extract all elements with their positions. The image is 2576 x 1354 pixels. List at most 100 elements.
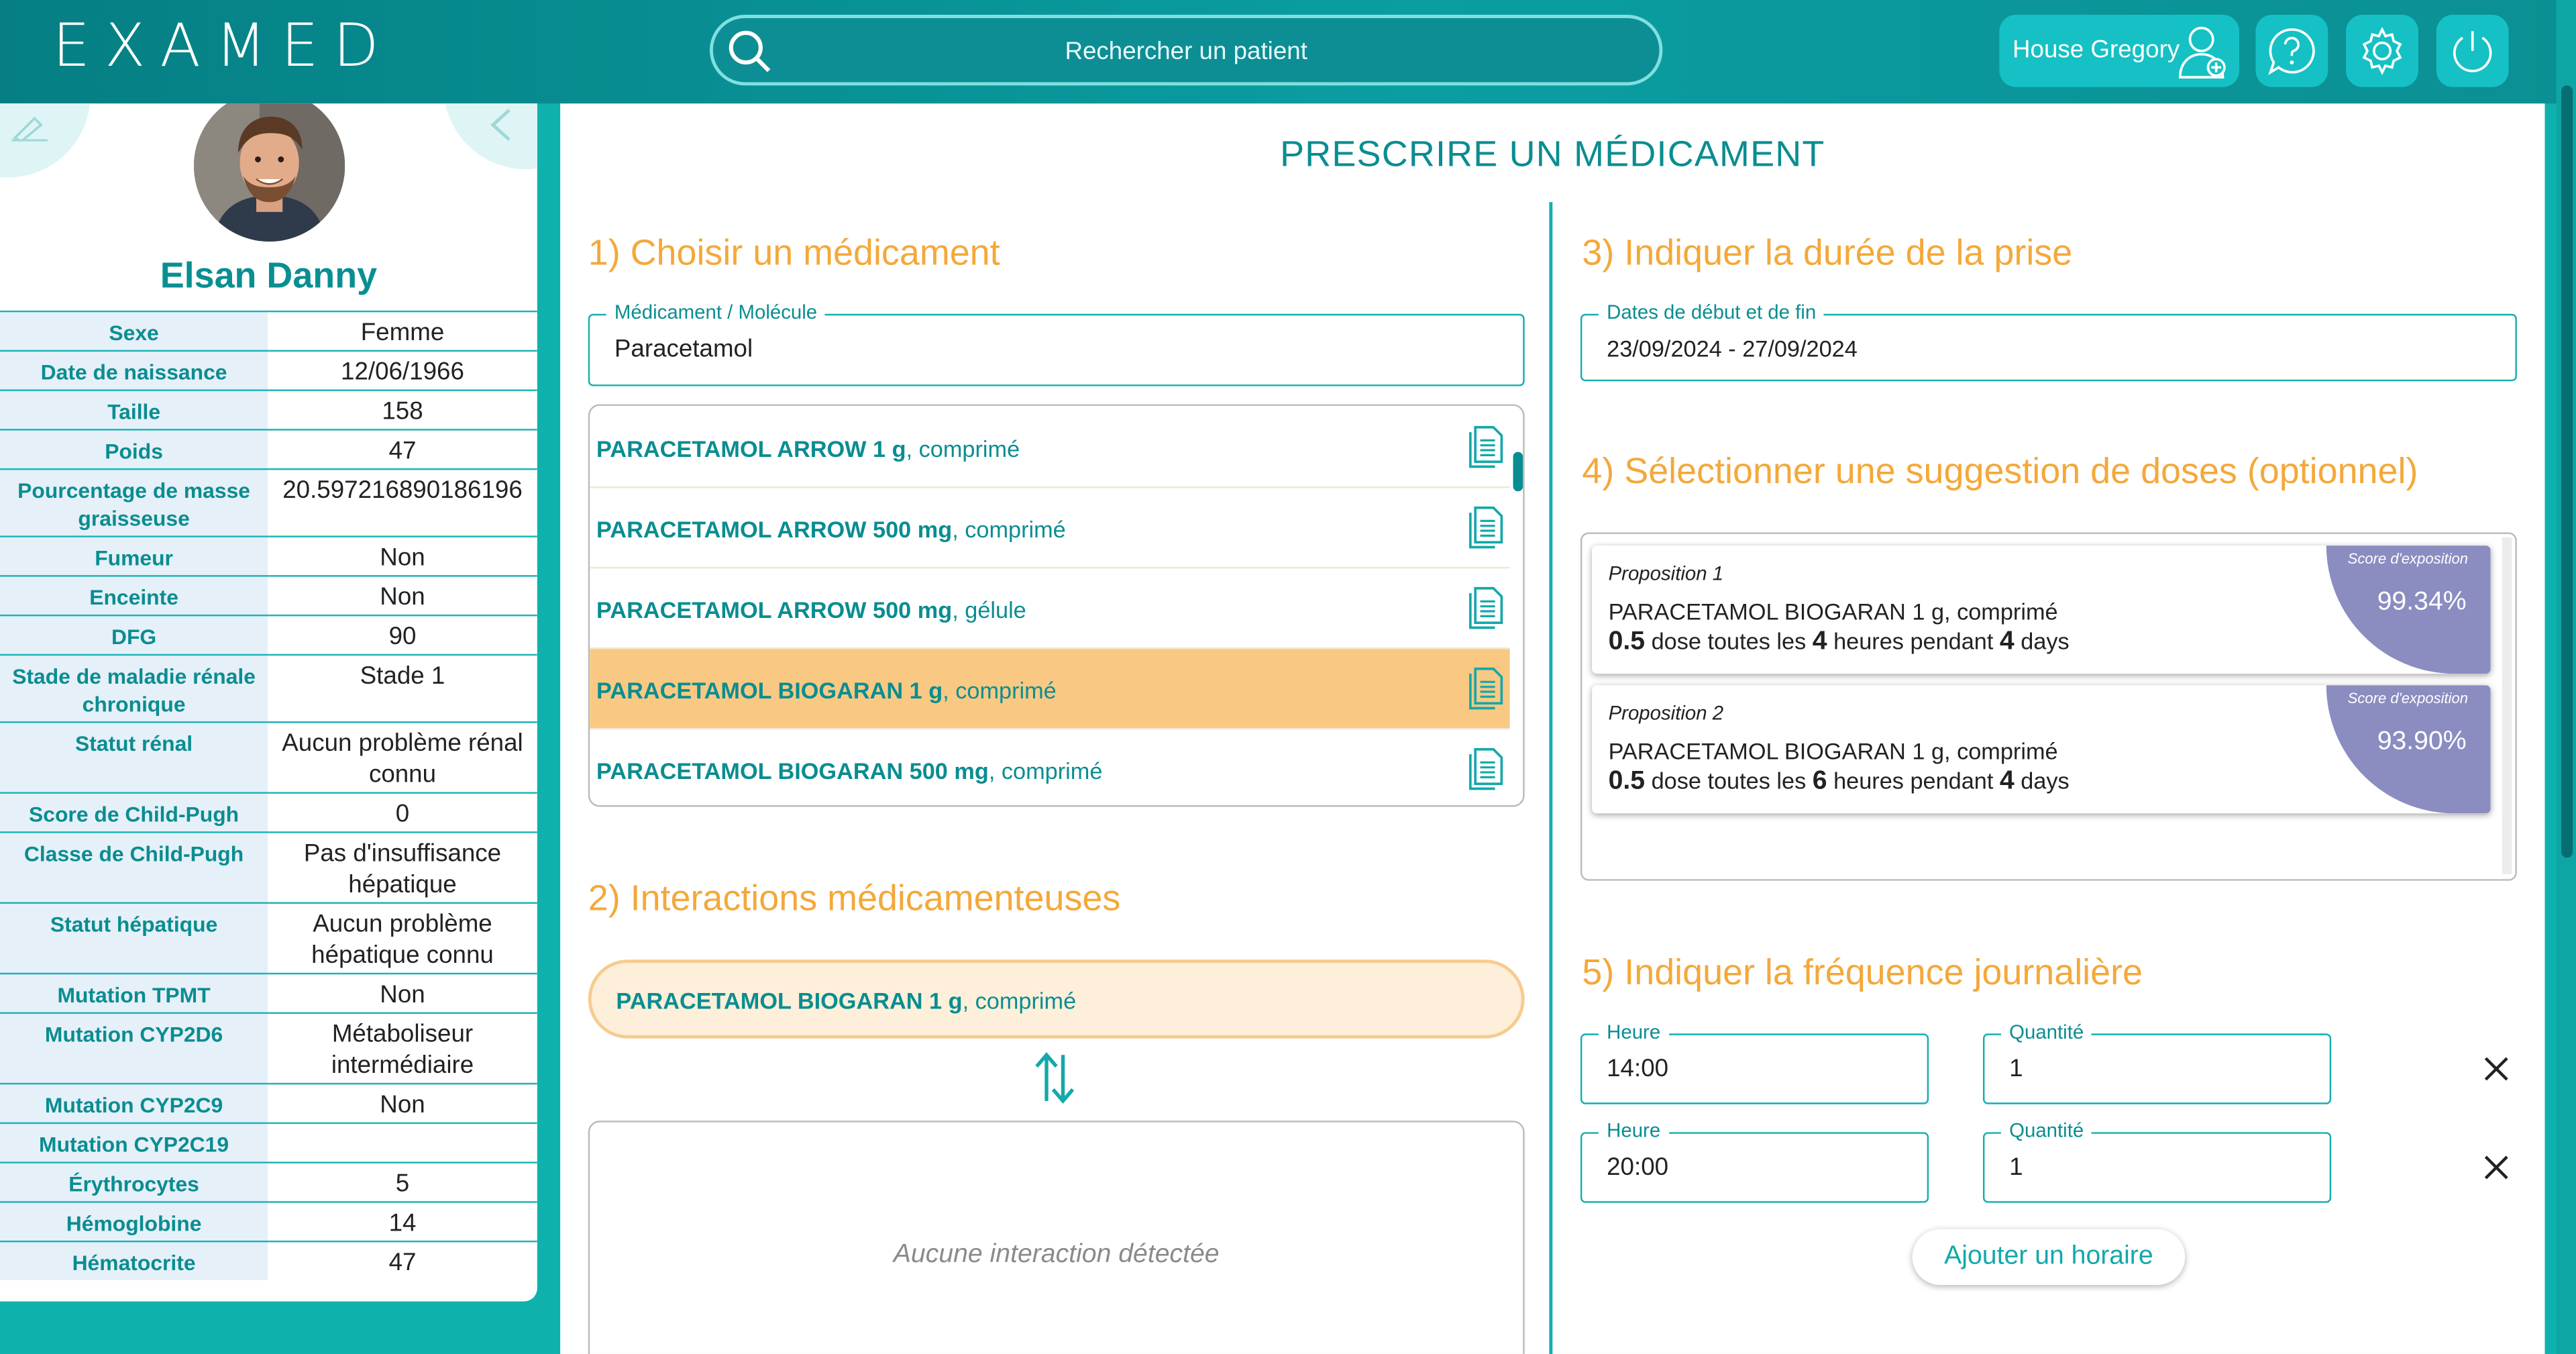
doctor-icon bbox=[2178, 26, 2226, 79]
chevron-left-icon bbox=[490, 109, 511, 141]
date-range-label: Dates de début et de fin bbox=[1598, 301, 1825, 324]
attribute-value: Pas d'insuffisance hépatique bbox=[268, 831, 537, 903]
proposal-text-3: days bbox=[2014, 767, 2070, 794]
proposal-drug: PARACETAMOL BIOGARAN 1 g, comprimé bbox=[1608, 598, 2058, 625]
step4-title: 4) Sélectionner une suggestion de doses … bbox=[1582, 450, 2418, 492]
proposal-interval: 4 bbox=[1812, 627, 1827, 656]
attribute-value: Non bbox=[268, 575, 537, 616]
attribute-value bbox=[268, 1122, 537, 1163]
medication-name: PARACETAMOL BIOGARAN 500 mg bbox=[596, 757, 989, 784]
attribute-row: DFG 90 bbox=[0, 614, 537, 655]
exposure-score-badge: Score d'exposition 99.34% bbox=[2326, 545, 2491, 674]
medication-result-item[interactable]: PARACETAMOL ARROW 500 mg, comprimé bbox=[590, 488, 1510, 569]
dose-proposal-card[interactable]: Proposition 2 PARACETAMOL BIOGARAN 1 g, c… bbox=[1592, 685, 2491, 814]
interactions-box: Aucune interaction détectée bbox=[588, 1121, 1525, 1354]
patient-search[interactable]: Rechercher un patient bbox=[709, 15, 1663, 86]
suggestions-scrollbar[interactable] bbox=[2502, 537, 2512, 874]
attribute-value: 90 bbox=[268, 614, 537, 655]
settings-button[interactable] bbox=[2346, 15, 2418, 87]
medication-results-list: PARACETAMOL ARROW 1 g, comprimé PARACETAM… bbox=[588, 404, 1525, 807]
attribute-row: Enceinte Non bbox=[0, 575, 537, 616]
hour-field[interactable]: Heure 20:00 bbox=[1580, 1118, 1929, 1203]
dose-suggestions-box: Proposition 1 PARACETAMOL BIOGARAN 1 g, c… bbox=[1580, 532, 2517, 881]
quantity-value: 1 bbox=[2009, 1055, 2023, 1083]
medication-result-item[interactable]: PARACETAMOL ARROW 1 g, comprimé bbox=[590, 407, 1510, 488]
proposal-dosage: 0.5 dose toutes les 6 heures pendant 4 d… bbox=[1609, 768, 2070, 797]
attribute-row: Statut rénal Aucun problème rénal connu bbox=[0, 721, 537, 793]
date-range-field[interactable]: Dates de début et de fin 23/09/2024 - 27… bbox=[1580, 301, 2517, 382]
attribute-value: 0 bbox=[268, 792, 537, 833]
attribute-label: Hématocrite bbox=[0, 1241, 268, 1280]
exposure-score-value: 99.34% bbox=[2377, 588, 2467, 617]
remove-time-button[interactable] bbox=[2482, 1153, 2510, 1190]
attribute-value: 47 bbox=[268, 429, 537, 470]
proposal-dose: 0.5 bbox=[1608, 627, 1646, 656]
medication-result-text: PARACETAMOL BIOGARAN 500 mg, comprimé bbox=[596, 758, 1102, 784]
edit-patient-button[interactable] bbox=[0, 103, 91, 178]
medication-field[interactable]: Médicament / Molécule Paracetamol bbox=[588, 301, 1525, 386]
swap-arrows-icon bbox=[1035, 1052, 1075, 1104]
step1-title: 1) Choisir un médicament bbox=[588, 231, 1000, 273]
attribute-label: Mutation CYP2C9 bbox=[0, 1082, 268, 1123]
selected-drug-chip: PARACETAMOL BIOGARAN 1 g, comprimé bbox=[588, 959, 1525, 1039]
help-button[interactable] bbox=[2255, 15, 2328, 87]
attribute-label: Taille bbox=[0, 389, 268, 430]
patient-name: Elsan Danny bbox=[160, 254, 378, 296]
hour-field[interactable]: Heure 14:00 bbox=[1580, 1020, 1929, 1104]
dose-proposal-card[interactable]: Proposition 1 PARACETAMOL BIOGARAN 1 g, c… bbox=[1592, 545, 2491, 674]
attribute-value: Aucun problème hépatique connu bbox=[268, 902, 537, 974]
proposal-text-2: heures pendant bbox=[1827, 767, 2000, 794]
attribute-label: Pourcentage de masse graisseuse bbox=[0, 468, 268, 537]
attribute-row: Mutation CYP2C9 Non bbox=[0, 1082, 537, 1123]
medication-name: PARACETAMOL ARROW 1 g bbox=[596, 435, 906, 462]
attribute-label: Sexe bbox=[0, 310, 268, 351]
user-menu-button[interactable]: House Gregory bbox=[1999, 15, 2239, 87]
medication-field-value: Paracetamol bbox=[614, 335, 753, 364]
remove-time-button[interactable] bbox=[2482, 1055, 2510, 1091]
attribute-row: Mutation CYP2C19 bbox=[0, 1122, 537, 1163]
attribute-row: Stade de maladie rénale chronique Stade 1 bbox=[0, 654, 537, 723]
document-icon bbox=[1469, 506, 1503, 549]
attribute-label: Date de naissance bbox=[0, 350, 268, 390]
proposal-duration: 4 bbox=[1999, 627, 2015, 656]
proposal-interval: 6 bbox=[1812, 767, 1827, 796]
quantity-field[interactable]: Quantité 1 bbox=[1982, 1118, 2332, 1203]
exposure-score-label: Score d'exposition bbox=[2347, 550, 2469, 567]
list-scrollbar-thumb[interactable] bbox=[1513, 452, 1523, 492]
help-icon bbox=[2268, 28, 2315, 75]
app-root: EXAMED Rechercher un patient House Grego… bbox=[0, 0, 2576, 1354]
medication-result-text: PARACETAMOL BIOGARAN 1 g, comprimé bbox=[596, 677, 1057, 703]
attribute-row: Érythrocytes 5 bbox=[0, 1161, 537, 1202]
attribute-label: Hémoglobine bbox=[0, 1201, 268, 1242]
attribute-row: Statut hépatique Aucun problème hépatique… bbox=[0, 902, 537, 974]
column-divider bbox=[1549, 202, 1553, 1354]
medication-result-text: PARACETAMOL ARROW 1 g, comprimé bbox=[596, 435, 1020, 462]
quantity-field[interactable]: Quantité 1 bbox=[1982, 1020, 2332, 1104]
medication-result-item[interactable]: PARACETAMOL BIOGARAN 1 g, comprimé bbox=[590, 649, 1510, 730]
attribute-label: Fumeur bbox=[0, 535, 268, 576]
collapse-panel-button[interactable] bbox=[443, 103, 537, 170]
medication-result-text: PARACETAMOL ARROW 500 mg, comprimé bbox=[596, 516, 1066, 542]
medication-result-item[interactable]: PARACETAMOL ARROW 500 mg, gélule bbox=[590, 568, 1510, 649]
attribute-row: Poids 47 bbox=[0, 429, 537, 470]
attribute-label: Stade de maladie rénale chronique bbox=[0, 654, 268, 723]
selected-drug-name: PARACETAMOL BIOGARAN 1 g bbox=[616, 987, 963, 1014]
medication-result-text: PARACETAMOL ARROW 500 mg, gélule bbox=[596, 596, 1026, 623]
prescription-panel: PRESCRIRE UN MÉDICAMENT 1) Choisir un mé… bbox=[560, 103, 2545, 1354]
exposure-score-value: 93.90% bbox=[2377, 727, 2467, 756]
page-scrollbar-thumb[interactable] bbox=[2561, 85, 2573, 858]
attribute-value: 5 bbox=[268, 1161, 537, 1202]
attribute-value: Aucun problème rénal connu bbox=[268, 721, 537, 793]
attribute-label: Poids bbox=[0, 429, 268, 470]
logout-button[interactable] bbox=[2436, 15, 2509, 87]
medication-result-item[interactable]: PARACETAMOL BIOGARAN 500 mg, comprimé bbox=[590, 729, 1509, 805]
attribute-label: Mutation TPMT bbox=[0, 972, 268, 1013]
top-bar: EXAMED Rechercher un patient House Grego… bbox=[0, 0, 2576, 104]
attribute-value: Non bbox=[268, 972, 537, 1013]
add-time-button[interactable]: Ajouter un horaire bbox=[1912, 1229, 2186, 1286]
attribute-value: Non bbox=[268, 1082, 537, 1123]
attribute-value: 20.597216890186196 bbox=[268, 468, 537, 537]
attribute-row: Fumeur Non bbox=[0, 535, 537, 576]
power-icon bbox=[2453, 31, 2492, 72]
attribute-label: Statut hépatique bbox=[0, 902, 268, 974]
